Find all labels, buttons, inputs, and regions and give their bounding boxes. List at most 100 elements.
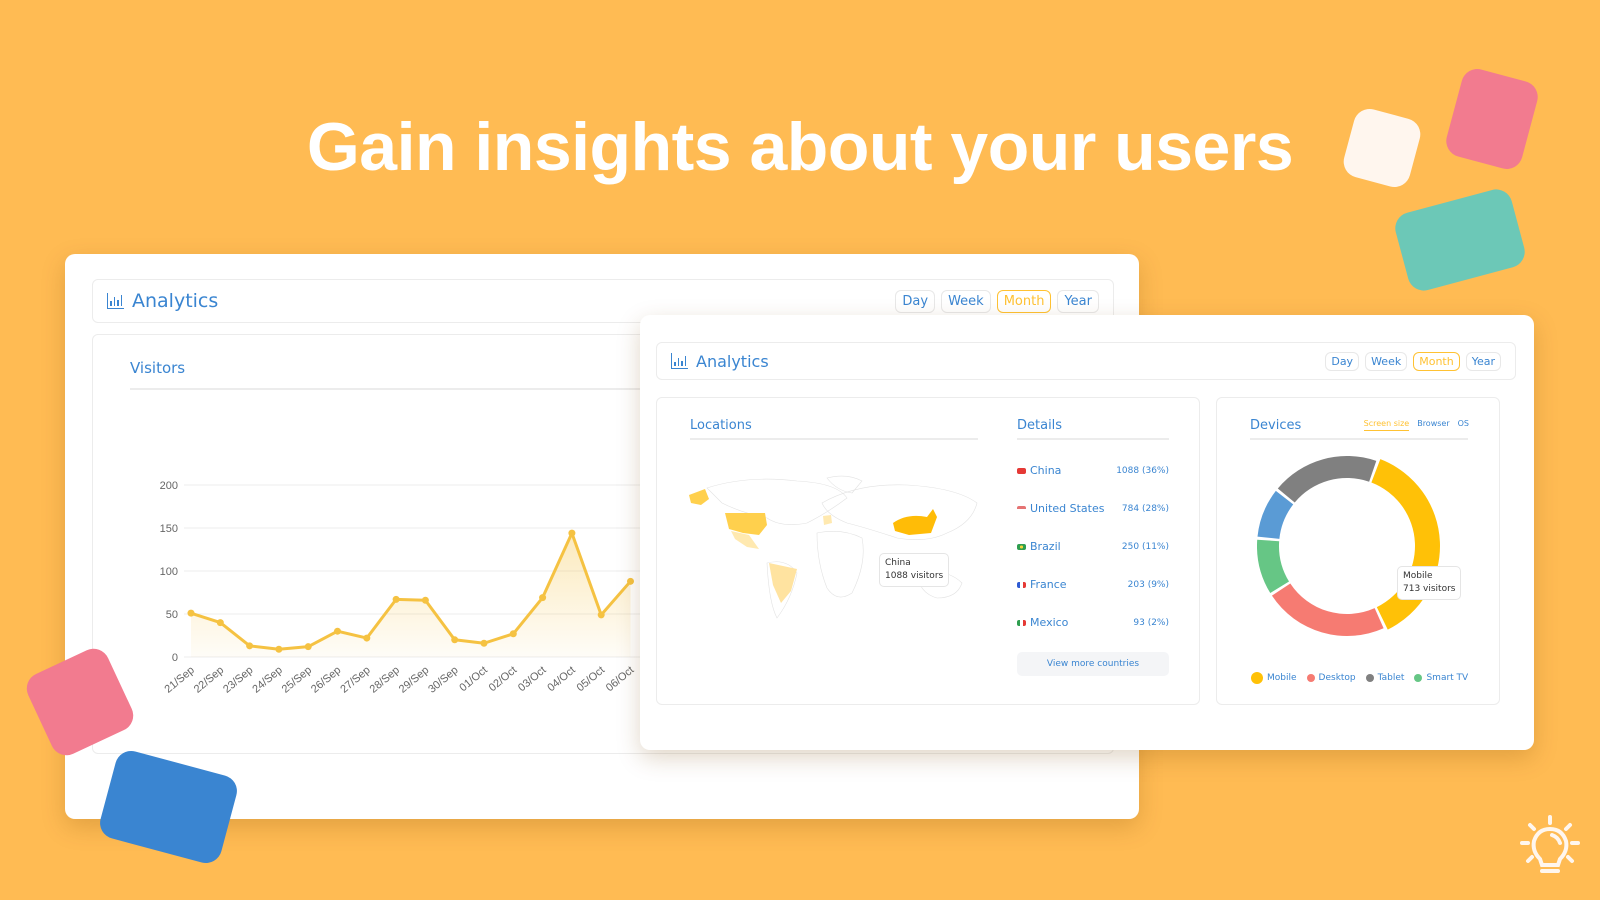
divider — [690, 438, 978, 440]
donut-slice-tablet[interactable] — [1277, 456, 1377, 503]
br-flag-icon — [1017, 543, 1026, 550]
x-tick-label: 22/Sep — [192, 664, 226, 696]
country-name: Mexico — [1030, 616, 1069, 629]
y-tick-label: 0 — [172, 652, 178, 664]
locations-panel: Locations China 1088 visitors Details Ch… — [656, 397, 1200, 705]
data-point[interactable] — [597, 611, 605, 619]
analytics-brand: Analytics — [671, 352, 769, 371]
devices-tabs: Screen size Browser OS — [1363, 419, 1469, 431]
devices-legend: Mobile Desktop Tablet Smart TV — [1251, 672, 1468, 684]
map-greenland-outline — [826, 475, 863, 494]
legend-desktop[interactable]: Desktop — [1306, 673, 1356, 683]
donut-slice-blue-segment[interactable] — [1257, 490, 1294, 539]
x-tick-label: 06/Oct — [604, 664, 637, 694]
cn-flag-icon — [1017, 467, 1026, 474]
x-tick-label: 01/Oct — [457, 664, 490, 694]
tab-os[interactable]: OS — [1458, 419, 1469, 431]
lightbulb-icon — [1520, 815, 1580, 873]
y-tick-label: 100 — [160, 566, 178, 578]
donut-tooltip: Mobile 713 visitors — [1397, 566, 1462, 600]
analytics-window-front: Analytics Day Week Month Year Locations — [640, 315, 1534, 750]
country-name: China — [1030, 464, 1062, 477]
mx-flag-icon — [1017, 619, 1026, 626]
details-row[interactable]: France 203 (9%) — [1017, 578, 1169, 591]
period-year-button[interactable]: Year — [1057, 289, 1099, 313]
details-title: Details — [1017, 418, 1063, 433]
x-tick-label: 21/Sep — [162, 664, 196, 696]
period-day-button[interactable]: Day — [1325, 351, 1360, 371]
tab-browser[interactable]: Browser — [1417, 419, 1449, 431]
details-row[interactable]: United States 784 (28%) — [1017, 502, 1169, 515]
x-tick-label: 28/Sep — [368, 664, 402, 696]
data-point[interactable] — [304, 643, 312, 651]
period-selector: Day Week Month Year — [1325, 351, 1501, 371]
legend-dot-icon — [1251, 672, 1263, 684]
x-tick-label: 03/Oct — [516, 664, 549, 694]
country-value: 784 (28%) — [1121, 503, 1169, 514]
map-africa-outline — [816, 531, 864, 598]
world-map[interactable] — [687, 473, 982, 623]
devices-panel: Devices Screen size Browser OS Mobile 71… — [1216, 397, 1500, 705]
data-point[interactable] — [539, 594, 547, 602]
donut-slice-mobile[interactable] — [1371, 459, 1440, 630]
donut-slice-desktop[interactable] — [1271, 583, 1384, 636]
tooltip-visitors: 1088 visitors — [885, 571, 944, 581]
data-point[interactable] — [627, 577, 634, 585]
period-week-button[interactable]: Week — [1365, 351, 1408, 371]
data-point[interactable] — [421, 596, 429, 604]
period-day-button[interactable]: Day — [895, 289, 936, 313]
legend-label: Tablet — [1377, 673, 1405, 683]
devices-donut-chart — [1257, 456, 1440, 636]
data-point[interactable] — [568, 529, 576, 537]
data-point[interactable] — [363, 634, 371, 642]
us-flag-icon — [1017, 505, 1026, 512]
tooltip-country: China — [885, 558, 911, 568]
period-month-button[interactable]: Month — [996, 289, 1052, 313]
locations-title: Locations — [690, 418, 752, 433]
legend-mobile[interactable]: Mobile — [1251, 672, 1297, 684]
legend-label: Smart TV — [1426, 673, 1469, 683]
x-tick-label: 29/Sep — [397, 664, 431, 696]
details-row[interactable]: China 1088 (36%) — [1017, 464, 1169, 477]
legend-tablet[interactable]: Tablet — [1365, 673, 1405, 683]
period-year-button[interactable]: Year — [1465, 351, 1501, 371]
country-value: 250 (11%) — [1121, 541, 1169, 552]
period-month-button[interactable]: Month — [1413, 351, 1460, 371]
data-point[interactable] — [392, 595, 400, 603]
data-point[interactable] — [246, 642, 254, 650]
legend-label: Desktop — [1318, 673, 1356, 683]
data-point[interactable] — [334, 627, 341, 635]
data-point[interactable] — [275, 645, 283, 653]
tab-screen-size[interactable]: Screen size — [1363, 419, 1410, 431]
legend-smart-tv[interactable]: Smart TV — [1414, 673, 1468, 683]
details-row[interactable]: Brazil 250 (11%) — [1017, 540, 1169, 553]
bar-chart-icon — [107, 293, 124, 309]
legend-label: Mobile — [1267, 673, 1297, 683]
y-tick-label: 50 — [166, 609, 178, 621]
y-tick-label: 200 — [160, 480, 178, 492]
details-row[interactable]: Mexico 93 (2%) — [1017, 616, 1169, 629]
view-more-countries-button[interactable]: View more countries — [1017, 652, 1169, 676]
period-week-button[interactable]: Week — [941, 289, 991, 313]
period-selector: Day Week Month Year — [895, 289, 1099, 313]
donut-slice-smart-tv[interactable] — [1257, 539, 1290, 594]
y-tick-label: 150 — [160, 523, 178, 535]
data-point[interactable] — [451, 636, 459, 644]
fr-flag-icon — [1017, 581, 1026, 588]
x-tick-label: 23/Sep — [221, 664, 255, 696]
data-point[interactable] — [480, 639, 488, 647]
x-tick-label: 05/Oct — [575, 664, 608, 694]
data-point[interactable] — [509, 630, 517, 638]
x-tick-label: 26/Sep — [309, 664, 343, 696]
x-tick-label: 30/Sep — [426, 664, 460, 696]
bar-chart-icon — [671, 353, 688, 369]
tooltip-device: Mobile — [1403, 571, 1433, 581]
data-point[interactable] — [187, 609, 195, 617]
decorative-shape-teal — [1391, 185, 1529, 295]
country-value: 203 (9%) — [1127, 579, 1169, 590]
country-name: France — [1030, 578, 1067, 591]
map-alaska — [689, 489, 709, 505]
map-brazil — [769, 563, 797, 603]
data-point[interactable] — [216, 619, 224, 627]
analytics-brand: Analytics — [107, 290, 218, 312]
